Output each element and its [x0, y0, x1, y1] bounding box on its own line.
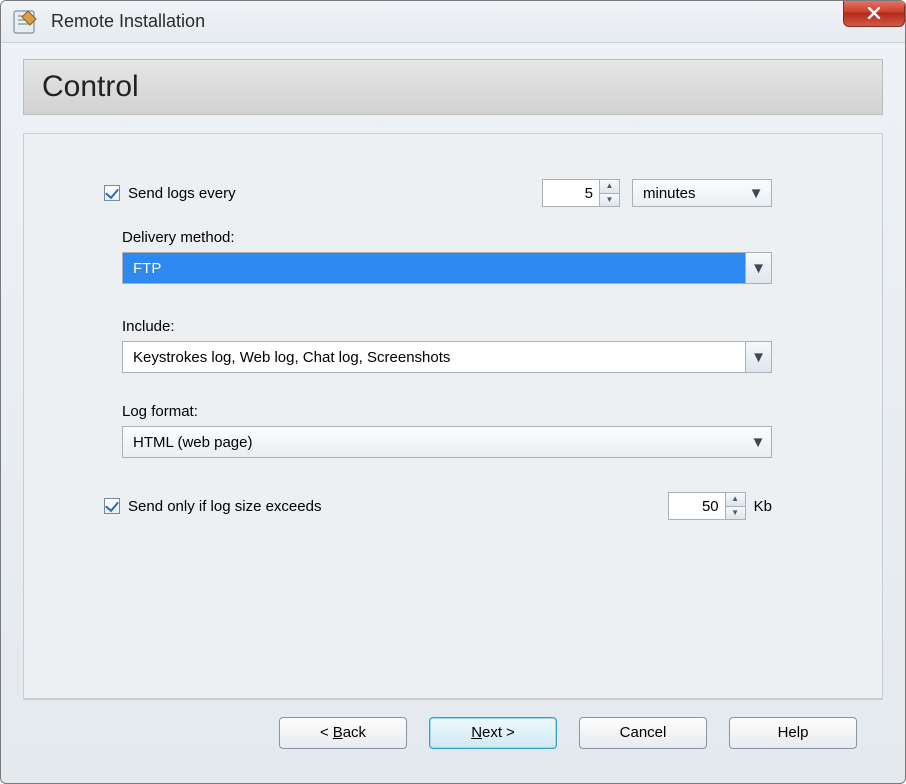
delivery-method-combo[interactable]: FTP ▼	[122, 252, 772, 284]
help-button[interactable]: Help	[729, 717, 857, 749]
chevron-down-icon: ▼	[745, 342, 771, 372]
body: Control Send logs every ▲ ▼ minutes	[1, 43, 905, 783]
checkbox-icon	[104, 498, 120, 514]
settings-panel: Send logs every ▲ ▼ minutes ▼ Delivery m…	[23, 133, 883, 699]
window: Remote Installation Control Send logs ev…	[0, 0, 906, 784]
send-logs-checkbox[interactable]: Send logs every	[104, 185, 236, 202]
cancel-button[interactable]: Cancel	[579, 717, 707, 749]
spinner-buttons: ▲ ▼	[725, 493, 745, 519]
log-format-label: Log format:	[122, 403, 818, 420]
spinner-down-button[interactable]: ▼	[726, 507, 745, 520]
next-button[interactable]: Next >	[429, 717, 557, 749]
chevron-down-icon: ▼	[745, 427, 771, 457]
spinner-down-button[interactable]: ▼	[600, 194, 619, 207]
checkbox-icon	[104, 185, 120, 201]
delivery-method-value: FTP	[123, 253, 745, 283]
chevron-down-icon: ▼	[747, 185, 765, 202]
log-format-combo[interactable]: HTML (web page) ▼	[122, 426, 772, 458]
back-button[interactable]: < Back	[279, 717, 407, 749]
include-label: Include:	[122, 318, 818, 335]
send-only-label: Send only if log size exceeds	[128, 498, 321, 515]
log-size-unit: Kb	[754, 498, 772, 515]
window-title: Remote Installation	[51, 11, 205, 32]
send-only-row: Send only if log size exceeds ▲ ▼ Kb	[104, 492, 772, 520]
include-value: Keystrokes log, Web log, Chat log, Scree…	[123, 349, 745, 366]
send-logs-unit-combo[interactable]: minutes ▼	[632, 179, 772, 207]
footer: < Back Next > Cancel Help	[23, 699, 883, 765]
log-format-value: HTML (web page)	[123, 434, 745, 451]
page-title: Control	[23, 59, 883, 115]
send-logs-row: Send logs every ▲ ▼ minutes ▼	[104, 179, 818, 207]
send-logs-value-input[interactable]	[543, 180, 599, 206]
send-logs-value-spinner[interactable]: ▲ ▼	[542, 179, 620, 207]
log-size-input[interactable]	[669, 493, 725, 519]
close-icon	[867, 7, 881, 19]
spinner-up-button[interactable]: ▲	[726, 493, 745, 507]
spinner-up-button[interactable]: ▲	[600, 180, 619, 194]
send-only-checkbox[interactable]: Send only if log size exceeds	[104, 498, 321, 515]
send-logs-label: Send logs every	[128, 185, 236, 202]
close-button[interactable]	[843, 0, 905, 27]
spinner-buttons: ▲ ▼	[599, 180, 619, 206]
titlebar: Remote Installation	[1, 1, 905, 43]
app-icon	[11, 8, 39, 36]
include-combo[interactable]: Keystrokes log, Web log, Chat log, Scree…	[122, 341, 772, 373]
delivery-method-label: Delivery method:	[122, 229, 818, 246]
send-logs-unit-label: minutes	[643, 185, 747, 202]
chevron-down-icon: ▼	[745, 253, 771, 283]
log-size-spinner[interactable]: ▲ ▼	[668, 492, 746, 520]
